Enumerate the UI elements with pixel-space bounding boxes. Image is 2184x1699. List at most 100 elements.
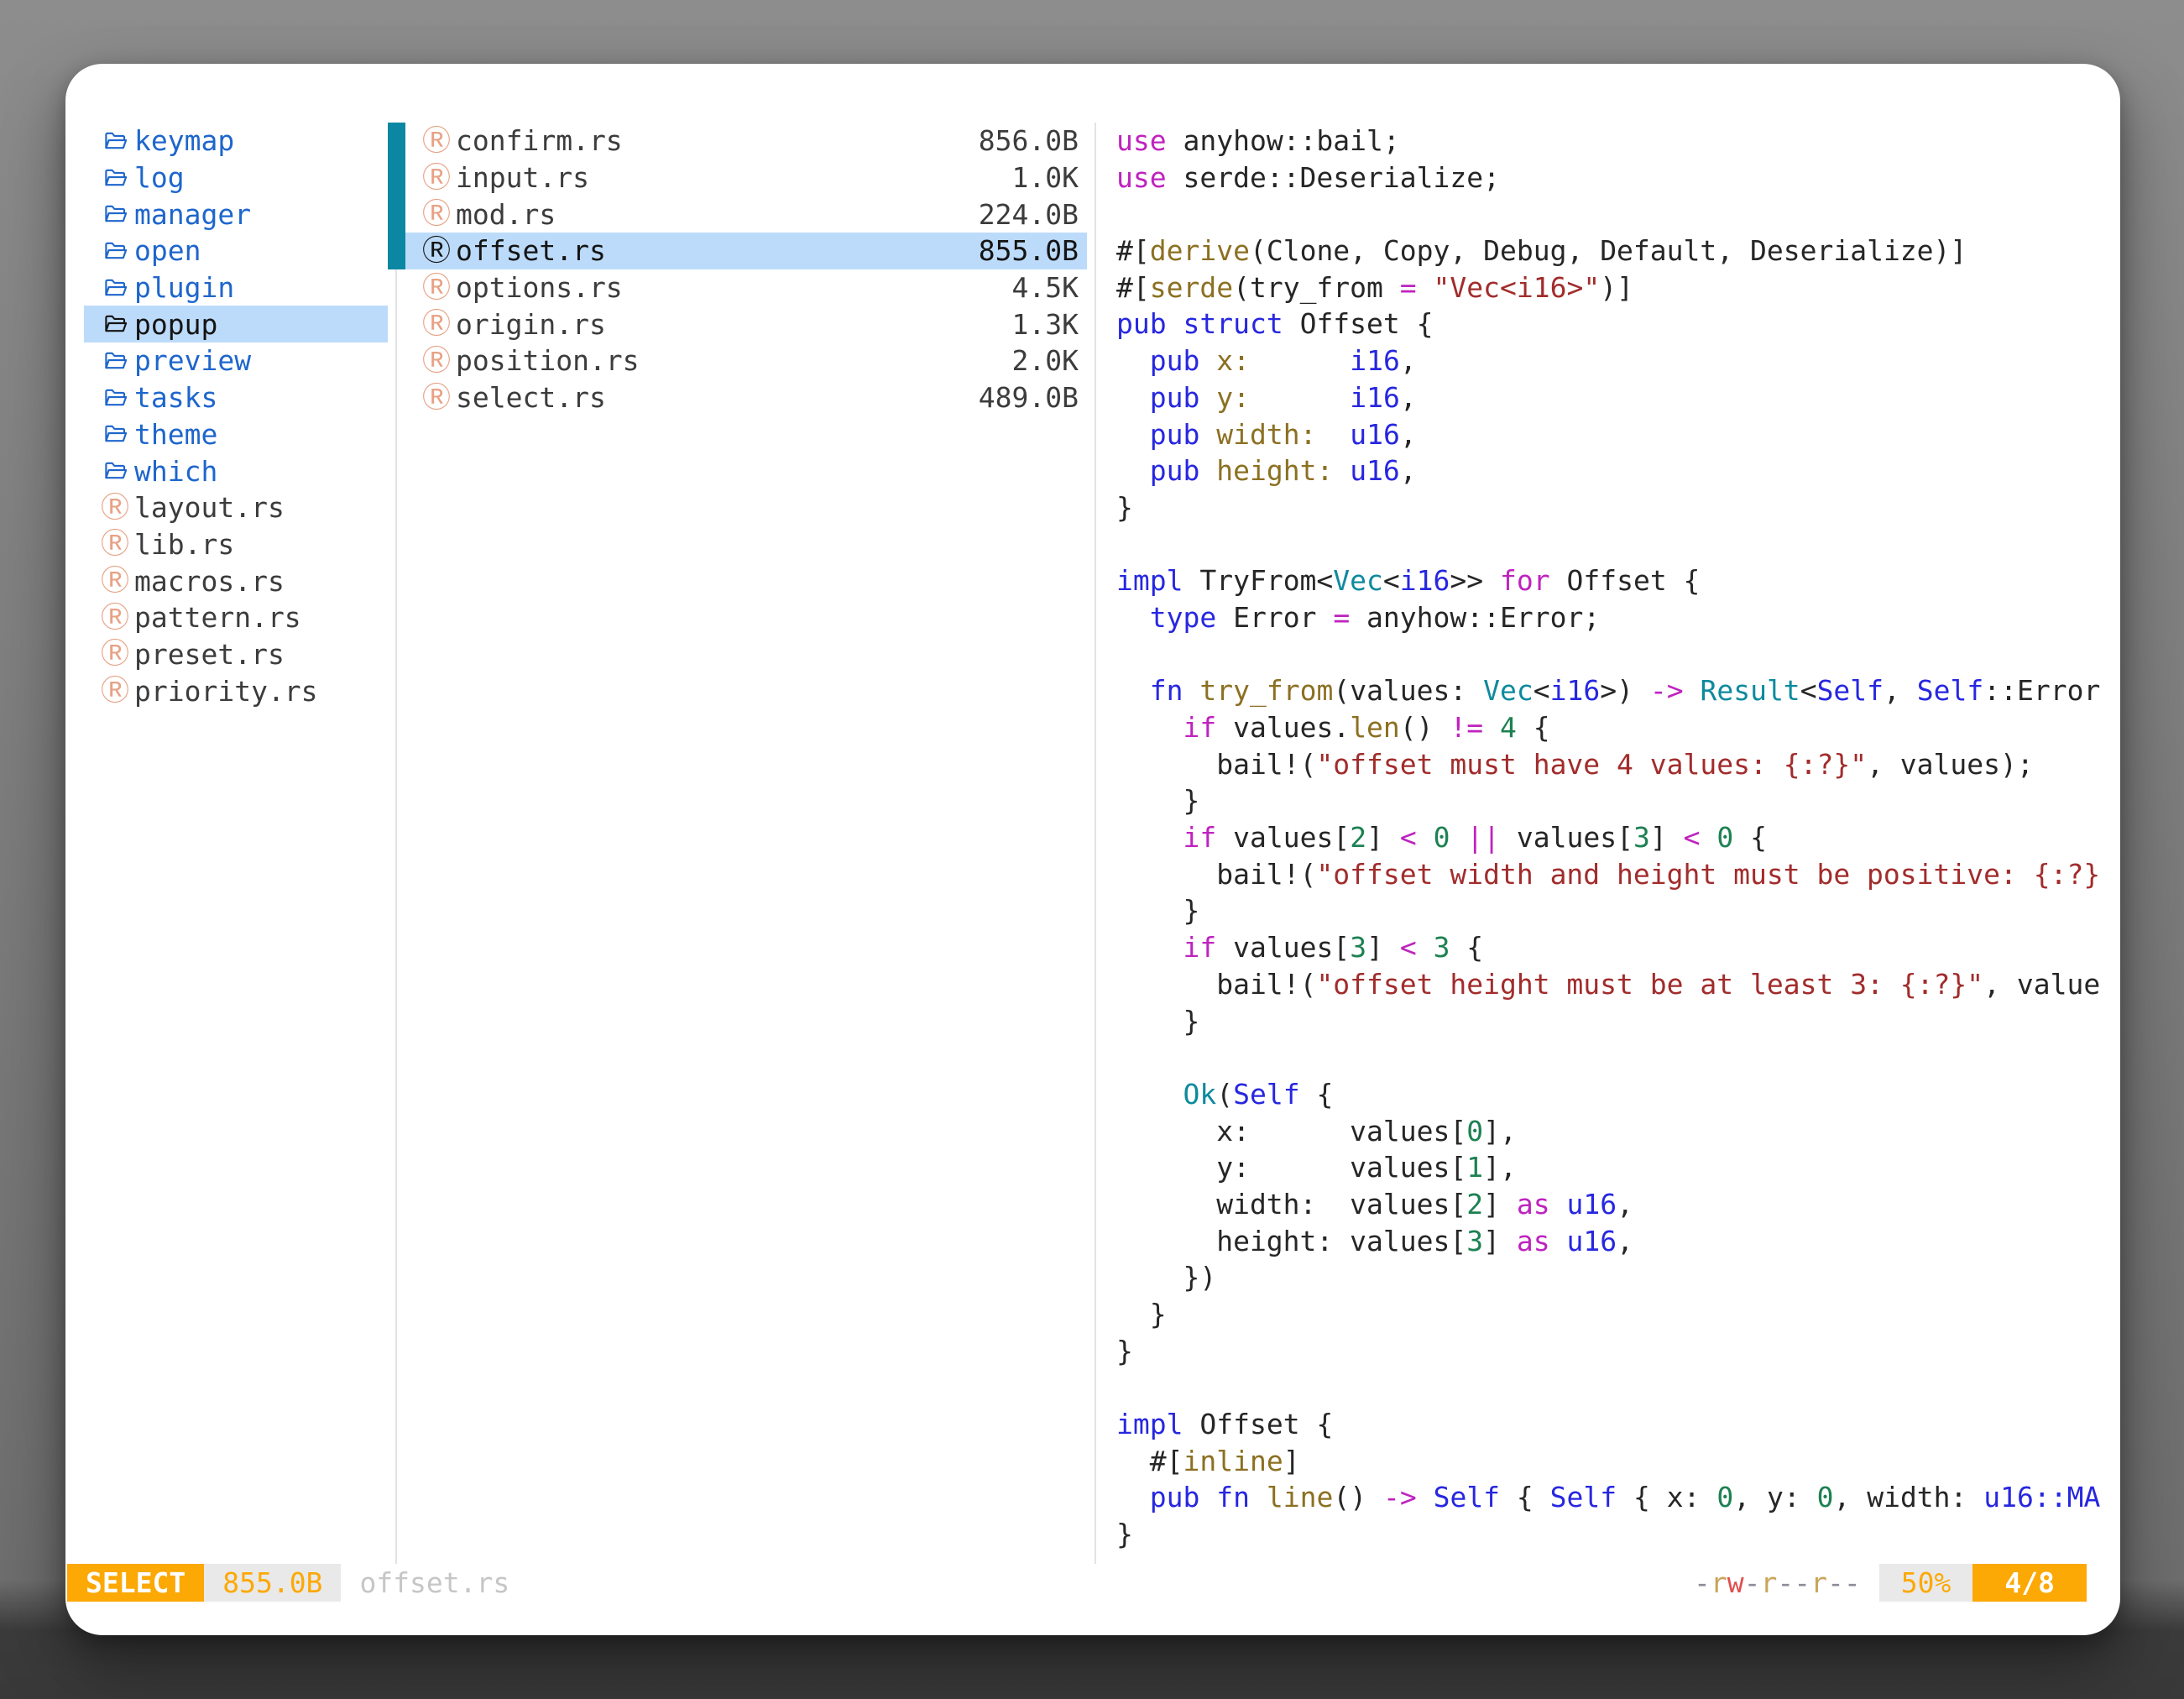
file-row-position-rs[interactable]: Ⓡposition.rs2.0K: [405, 342, 1087, 379]
code-line: pub fn line() -> Self { Self { x: 0, y: …: [1116, 1479, 2120, 1516]
code-line: #[inline]: [1116, 1443, 2120, 1480]
file-size: 1.3K: [1012, 308, 1079, 341]
sidebar-item-manager[interactable]: manager: [84, 196, 388, 233]
file-preview-pane[interactable]: use anyhow::bail;use serde::Deserialize;…: [1116, 123, 2120, 1564]
code-line: fn try_from(values: Vec<i16>) -> Result<…: [1116, 672, 2120, 709]
sidebar-item-priority-rs[interactable]: Ⓡpriority.rs: [84, 672, 388, 709]
code-line: bail!("offset width and height must be p…: [1116, 856, 2120, 893]
sidebar-item-label: preview: [134, 344, 251, 377]
code-line: }: [1116, 1333, 2120, 1370]
file-name: input.rs: [456, 161, 589, 194]
sidebar-item-preset-rs[interactable]: Ⓡpreset.rs: [84, 636, 388, 673]
perm-char: r: [1711, 1566, 1727, 1599]
scroll-percent-badge: 50%: [1879, 1564, 1973, 1602]
folder-open-icon: [102, 457, 128, 485]
rust-file-icon: Ⓡ: [424, 384, 449, 412]
code-line: #[derive(Clone, Copy, Debug, Default, De…: [1116, 233, 2120, 269]
perm-char: -: [1794, 1566, 1810, 1599]
code-line: [1116, 526, 2120, 563]
sidebar-item-pattern-rs[interactable]: Ⓡpattern.rs: [84, 599, 388, 636]
code-line: [1116, 636, 2120, 673]
file-name: select.rs: [456, 381, 606, 414]
file-row-confirm-rs[interactable]: Ⓡconfirm.rs 856.0B: [405, 123, 1087, 159]
perm-char: r: [1761, 1566, 1778, 1599]
file-name: confirm.rs: [456, 124, 623, 157]
sidebar-item-which[interactable]: which: [84, 452, 388, 489]
file-size: 856.0B: [979, 124, 1079, 157]
sidebar-item-layout-rs[interactable]: Ⓡlayout.rs: [84, 489, 388, 526]
sidebar-item-preview[interactable]: preview: [84, 342, 388, 379]
sidebar-item-plugin[interactable]: plugin: [84, 269, 388, 306]
code-line: use anyhow::bail;: [1116, 123, 2120, 159]
file-size: 224.0B: [979, 198, 1079, 231]
status-bar-right: -rw-r--r-- 50% 4/8: [1694, 1564, 2087, 1602]
rust-file-icon: Ⓡ: [424, 347, 449, 375]
yazi-file-manager-window: keymaplogmanageropenpluginpopuppreview ta…: [65, 64, 2120, 1635]
sidebar-item-lib-rs[interactable]: Ⓡlib.rs: [84, 526, 388, 563]
code-line: [1116, 1039, 2120, 1076]
code-line: type Error = anyhow::Error;: [1116, 599, 2120, 636]
code-line: }: [1116, 1296, 2120, 1333]
mode-badge: SELECT: [67, 1564, 204, 1602]
file-row-select-rs[interactable]: Ⓡselect.rs 489.0B: [405, 379, 1087, 416]
rust-file-icon: Ⓡ: [424, 127, 449, 155]
rust-file-icon: Ⓡ: [102, 567, 128, 595]
sidebar-item-theme[interactable]: theme: [84, 416, 388, 453]
sidebar-item-popup[interactable]: popup: [84, 306, 388, 342]
sidebar-item-log[interactable]: log: [84, 159, 388, 196]
pane-divider-left: [395, 269, 397, 1564]
file-row-input-rs[interactable]: Ⓡinput.rs1.0K: [405, 159, 1087, 196]
sidebar-item-label: preset.rs: [134, 638, 285, 671]
rust-file-icon: Ⓡ: [102, 640, 128, 668]
code-line: }: [1116, 1516, 2120, 1553]
code-line: bail!("offset height must be at least 3:…: [1116, 966, 2120, 1003]
file-name: mod.rs: [456, 198, 556, 231]
folder-open-icon: [102, 127, 128, 155]
file-row-origin-rs[interactable]: Ⓡorigin.rs1.3K: [405, 306, 1087, 342]
code-line: impl Offset {: [1116, 1406, 2120, 1443]
code-line: y: values[1],: [1116, 1149, 2120, 1186]
code-line: pub width: u16,: [1116, 416, 2120, 453]
file-size-badge: 855.0B: [204, 1564, 341, 1602]
file-row-offset-rs[interactable]: Ⓡoffset.rs855.0B: [405, 233, 1087, 269]
code-line: }: [1116, 1003, 2120, 1040]
perm-char: w: [1727, 1566, 1744, 1599]
folder-open-icon: [102, 310, 128, 338]
file-name: origin.rs: [456, 308, 606, 341]
perm-char: -: [1777, 1566, 1794, 1599]
folder-open-icon: [102, 420, 128, 448]
code-line: pub height: u16,: [1116, 452, 2120, 489]
code-line: if values.len() != 4 {: [1116, 709, 2120, 746]
code-line: }: [1116, 782, 2120, 819]
file-size: 4.5K: [1012, 271, 1079, 304]
code-line: Ok(Self {: [1116, 1076, 2120, 1113]
rust-file-icon: Ⓡ: [424, 200, 449, 228]
file-row-mod-rs[interactable]: Ⓡmod.rs 224.0B: [405, 196, 1087, 233]
code-line: #[serde(try_from = "Vec<i16>")]: [1116, 269, 2120, 306]
sidebar-pane-parent-dir[interactable]: keymaplogmanageropenpluginpopuppreview ta…: [84, 123, 388, 709]
file-list-pane-current-dir[interactable]: Ⓡconfirm.rs856.0BⓇinput.rs1.0KⓇmod.rs224…: [405, 123, 1087, 416]
file-name: offset.rs: [456, 234, 606, 267]
sidebar-item-macros-rs[interactable]: Ⓡmacros.rs: [84, 562, 388, 599]
perm-char: -: [1844, 1566, 1861, 1599]
sidebar-item-label: priority.rs: [134, 675, 318, 708]
perm-char: r: [1810, 1566, 1827, 1599]
file-size: 489.0B: [979, 381, 1079, 414]
sidebar-item-label: layout.rs: [134, 491, 285, 524]
sidebar-item-open[interactable]: open: [84, 233, 388, 269]
perm-char: -: [1744, 1566, 1761, 1599]
sidebar-item-tasks[interactable]: tasks: [84, 379, 388, 416]
sidebar-item-label: tasks: [134, 381, 217, 414]
status-bar-left: SELECT 855.0B offset.rs: [67, 1564, 509, 1602]
sidebar-item-keymap[interactable]: keymap: [84, 123, 388, 159]
code-line: }: [1116, 489, 2120, 526]
perm-char: -: [1694, 1566, 1711, 1599]
file-row-options-rs[interactable]: Ⓡoptions.rs4.5K: [405, 269, 1087, 306]
active-pane-indicator: [388, 123, 405, 269]
sidebar-item-label: which: [134, 455, 217, 488]
perm-char: -: [1827, 1566, 1844, 1599]
sidebar-item-label: keymap: [134, 124, 234, 157]
sidebar-item-label: macros.rs: [134, 565, 285, 598]
rust-file-icon: Ⓡ: [424, 164, 449, 192]
code-line: if values[2] < 0 || values[3] < 0 {: [1116, 819, 2120, 856]
